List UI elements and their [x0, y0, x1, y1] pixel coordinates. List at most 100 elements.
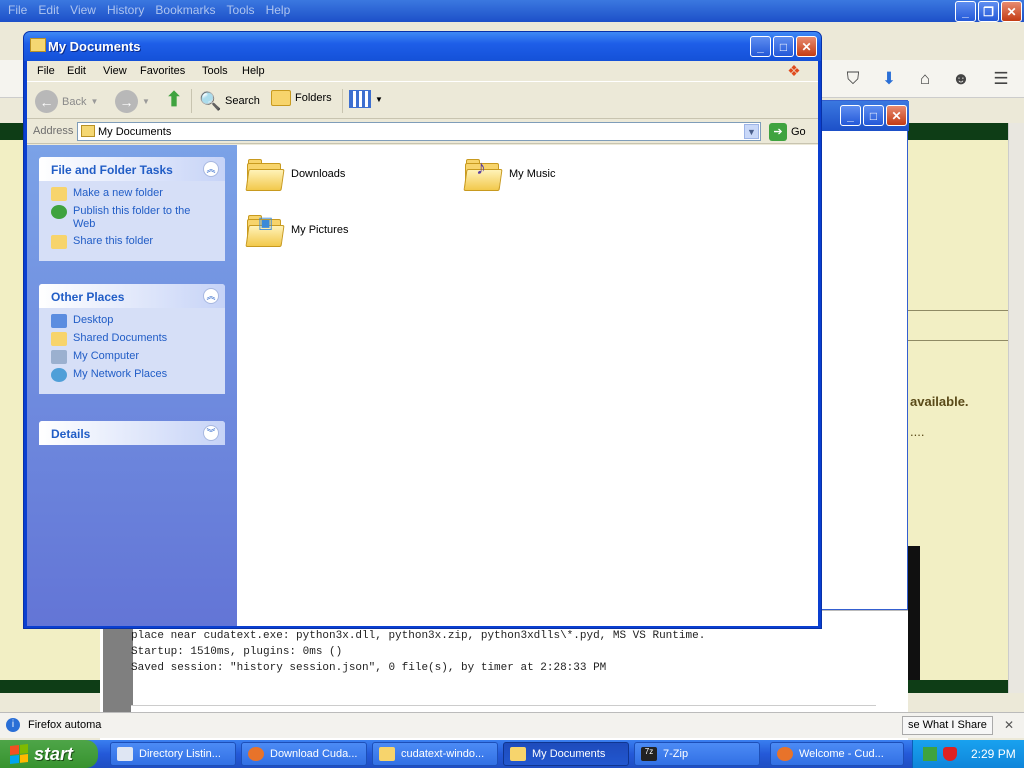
close-button[interactable]: ✕: [796, 36, 817, 57]
address-dropdown-button[interactable]: ▼: [744, 124, 759, 139]
go-label: Go: [791, 126, 806, 138]
menu-view[interactable]: View: [103, 65, 127, 77]
ff-restore-button[interactable]: ❐: [978, 1, 999, 22]
collapse-icon[interactable]: ︽: [203, 161, 219, 177]
link-label: My Network Places: [73, 368, 168, 380]
page-text-dots: ....: [910, 424, 925, 439]
ff-menu-edit[interactable]: Edit: [38, 3, 59, 17]
panel-header[interactable]: Details ︾: [39, 421, 225, 445]
globe-icon: [51, 205, 67, 219]
ff-menu-history[interactable]: History: [107, 3, 144, 17]
maximize-button[interactable]: □: [773, 36, 794, 57]
bg-minimize-button[interactable]: _: [840, 105, 861, 126]
bg-close-button[interactable]: ✕: [886, 105, 907, 126]
share-folder-link[interactable]: Share this folder: [51, 235, 225, 249]
close-icon[interactable]: ✕: [1004, 718, 1014, 732]
smiley-icon[interactable]: ☻: [950, 68, 972, 90]
ff-menu-tools[interactable]: Tools: [227, 3, 255, 17]
task-label: Download Cuda...: [270, 748, 358, 760]
window-titlebar[interactable]: My Documents _ □ ✕: [24, 32, 821, 61]
task-my-documents[interactable]: My Documents: [503, 742, 629, 766]
ff-menu-help[interactable]: Help: [266, 3, 291, 17]
back-label: Back: [62, 95, 87, 108]
my-computer-link[interactable]: My Computer: [51, 350, 225, 364]
ff-menu-view[interactable]: View: [70, 3, 96, 17]
menu-tools[interactable]: Tools: [202, 65, 228, 77]
task-download-cuda[interactable]: Download Cuda...: [241, 742, 367, 766]
my-network-places-link[interactable]: My Network Places: [51, 368, 225, 382]
download-icon[interactable]: ⬇: [878, 68, 900, 90]
folder-downloads[interactable]: Downloads: [245, 155, 345, 193]
ff-minimize-button[interactable]: _: [955, 1, 976, 22]
folder-icon: [81, 125, 95, 137]
music-folder-icon: ♪: [463, 155, 503, 193]
task-cudatext-folder[interactable]: cudatext-windo...: [372, 742, 498, 766]
task-7zip[interactable]: 7z 7-Zip: [634, 742, 760, 766]
address-input[interactable]: My Documents ▼: [77, 122, 761, 141]
link-label: My Computer: [73, 350, 140, 362]
desktop-link[interactable]: Desktop: [51, 314, 225, 328]
bg-maximize-button[interactable]: □: [863, 105, 884, 126]
shield-icon[interactable]: [943, 747, 957, 761]
page-text-available: available.: [910, 394, 969, 409]
shared-documents-link[interactable]: Shared Documents: [51, 332, 225, 346]
task-welcome-cudatext[interactable]: Welcome - Cud...: [770, 742, 904, 766]
share-button[interactable]: se What I Share: [902, 716, 993, 735]
menu-help[interactable]: Help: [242, 65, 265, 77]
views-icon: [349, 90, 371, 108]
folder-my-pictures[interactable]: ▣ My Pictures: [245, 211, 348, 249]
windows-logo-icon: [10, 744, 28, 764]
menu-edit[interactable]: Edit: [67, 65, 86, 77]
task-label: 7-Zip: [663, 748, 689, 760]
views-button[interactable]: ▼: [349, 90, 383, 108]
folder-icon: [379, 747, 395, 761]
clock[interactable]: 2:29 PM: [971, 747, 1016, 761]
forward-button[interactable]: → ▼: [115, 90, 150, 113]
folder-icon: [510, 747, 526, 761]
expand-icon[interactable]: ︾: [203, 425, 219, 441]
address-label: Address: [33, 125, 74, 137]
minimize-button[interactable]: _: [750, 36, 771, 57]
taskbar: start Directory Listin... Download Cuda.…: [0, 740, 1024, 768]
details-panel: Details ︾: [39, 421, 225, 445]
search-button[interactable]: 🔍 Search: [199, 90, 260, 112]
search-icon: 🔍: [199, 91, 222, 111]
system-tray: 2:29 PM: [912, 740, 1024, 768]
go-button[interactable]: ➔ Go: [769, 123, 806, 141]
make-new-folder-link[interactable]: Make a new folder: [51, 187, 225, 201]
search-label: Search: [225, 95, 260, 107]
panel-title: Details: [51, 427, 91, 441]
ff-close-button[interactable]: ✕: [1001, 1, 1022, 22]
start-button[interactable]: start: [0, 740, 98, 768]
divider: [908, 310, 1008, 311]
ff-menu-bookmarks[interactable]: Bookmarks: [155, 3, 215, 17]
desktop-icon: [51, 314, 67, 328]
home-icon[interactable]: ⌂: [914, 68, 936, 90]
background-window[interactable]: _ □ ✕: [820, 100, 909, 610]
ff-menu-file[interactable]: File: [8, 3, 27, 17]
task-directory-listing[interactable]: Directory Listin...: [110, 742, 236, 766]
page-scrollbar[interactable]: [1008, 123, 1024, 693]
panel-header[interactable]: File and Folder Tasks ︽: [39, 157, 225, 181]
back-arrow-icon: ←: [35, 90, 58, 113]
menu-favorites[interactable]: Favorites: [140, 65, 185, 77]
tray-network-icon[interactable]: [923, 747, 937, 761]
console-line: Startup: 1510ms, plugins: 0ms (): [131, 646, 343, 658]
back-button[interactable]: ← Back ▼: [35, 90, 98, 113]
menu-file[interactable]: File: [37, 65, 55, 77]
window-icon: [117, 747, 133, 761]
panel-header[interactable]: Other Places ︽: [39, 284, 225, 308]
task-label: cudatext-windo...: [401, 748, 485, 760]
publish-to-web-link[interactable]: Publish this folder to the Web: [51, 205, 225, 231]
7zip-icon: 7z: [641, 747, 657, 761]
collapse-icon[interactable]: ︽: [203, 288, 219, 304]
hamburger-menu-icon[interactable]: ☰: [990, 68, 1012, 90]
folder-label: My Pictures: [291, 224, 349, 236]
pocket-icon[interactable]: ⛉: [842, 68, 864, 90]
page-dark-block: [908, 546, 920, 680]
folder-my-music[interactable]: ♪ My Music: [463, 155, 555, 193]
folders-button[interactable]: Folders: [271, 90, 332, 106]
up-folder-button[interactable]: ⬆: [163, 90, 185, 112]
firefox-icon: [248, 747, 264, 761]
background-window-titlebar[interactable]: _ □ ✕: [821, 101, 909, 131]
